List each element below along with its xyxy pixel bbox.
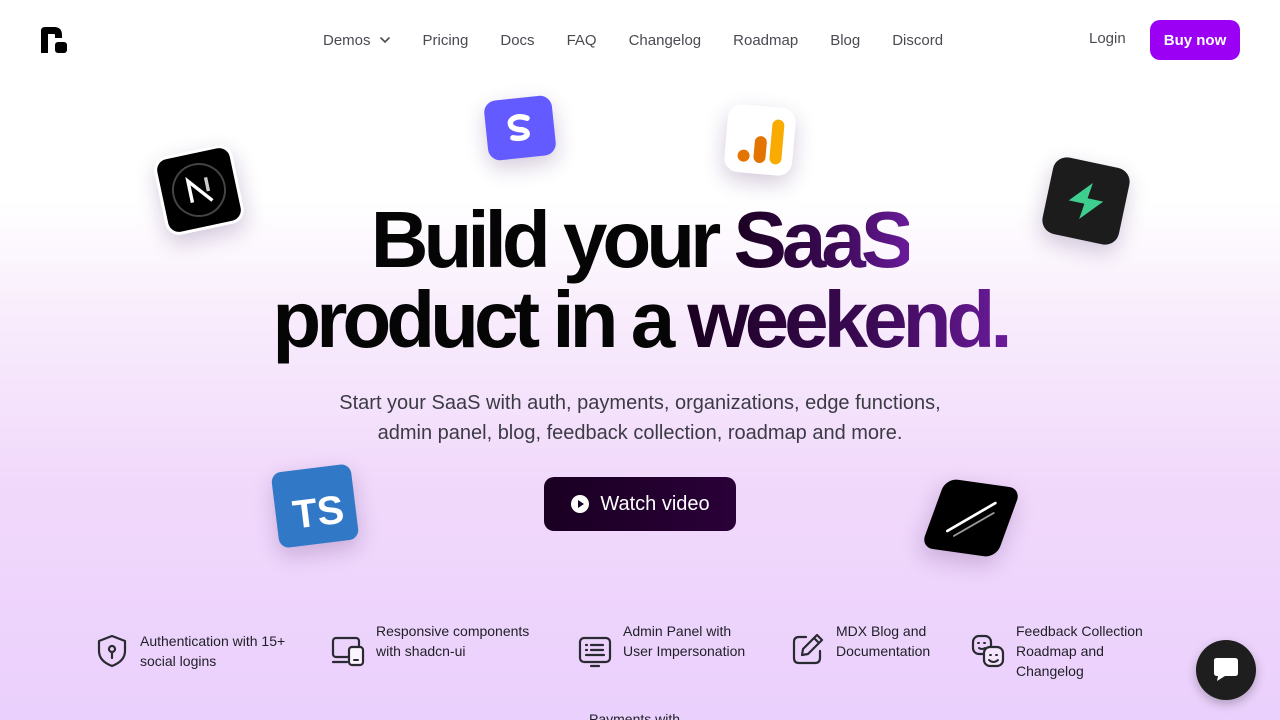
chevron-down-icon xyxy=(379,37,390,44)
admin-panel-icon xyxy=(578,636,612,668)
nav-item-label: Discord xyxy=(892,31,944,49)
nav-item-label: Roadmap xyxy=(733,31,799,49)
feature-item: Feedback Collection Roadmap and Changelo… xyxy=(970,621,1170,681)
hero-heading-highlight: SaaS xyxy=(733,195,915,284)
top-navbar: Demos Pricing Docs FAQ Changelog Roadmap… xyxy=(0,0,1280,80)
nav-item-label: Demos xyxy=(323,31,371,49)
nav-item-demos[interactable]: Demos xyxy=(323,32,391,49)
nav-item-pricing[interactable]: Pricing xyxy=(423,32,469,49)
feature-item: Responsive components with shadcn-ui xyxy=(330,621,530,669)
feature-text: Payments with xyxy=(589,711,681,720)
nav-item-changelog[interactable]: Changelog xyxy=(629,32,702,49)
login-link[interactable]: Login xyxy=(1089,30,1126,47)
feature-item: Authentication with 15+ social logins xyxy=(94,631,304,671)
watch-video-label: Watch video xyxy=(600,492,710,515)
nav-item-discord[interactable]: Discord xyxy=(892,32,943,49)
google-analytics-logo-icon xyxy=(723,103,797,177)
feature-text: Admin Panel with User Impersonation xyxy=(623,623,746,659)
feature-item: MDX Blog and Documentation xyxy=(790,621,950,667)
nav-item-roadmap[interactable]: Roadmap xyxy=(733,32,798,49)
chat-bubble-icon xyxy=(1214,658,1238,681)
hero-heading: Build your SaaS product in a weekend. xyxy=(0,200,1280,360)
nav-item-label: Docs xyxy=(500,31,535,49)
feature-text: Feedback Collection Roadmap and Changelo… xyxy=(1016,623,1143,679)
nav-item-label: FAQ xyxy=(566,31,597,49)
resend-logo-icon xyxy=(920,478,1022,558)
edit-icon xyxy=(792,633,824,665)
hero-subtitle-line: admin panel, blog, feedback collection, … xyxy=(377,422,903,444)
typescript-logo-icon: TS xyxy=(270,463,360,549)
devices-icon xyxy=(331,636,365,667)
brand-logo[interactable] xyxy=(40,26,68,54)
feature-item: Admin Panel with User Impersonation xyxy=(577,621,762,669)
watch-video-button[interactable]: Watch video xyxy=(544,477,736,531)
nav-item-label: Changelog xyxy=(628,31,702,49)
nav-item-docs[interactable]: Docs xyxy=(500,32,534,49)
chat-widget-button[interactable] xyxy=(1196,640,1256,700)
svg-text:TS: TS xyxy=(290,488,346,538)
nav-item-blog[interactable]: Blog xyxy=(830,32,860,49)
hero-heading-part: Build your xyxy=(370,195,734,284)
feature-text: Authentication with 15+ social logins xyxy=(140,633,286,669)
nav-item-label: Blog xyxy=(830,31,861,49)
hero-subtitle-line: Start your SaaS with auth, payments, org… xyxy=(339,392,941,414)
stripe-logo-icon xyxy=(483,94,557,162)
mood-icon xyxy=(971,634,1005,668)
feature-text: MDX Blog and Documentation xyxy=(836,623,931,659)
hero-heading-highlight: weekend. xyxy=(687,275,1012,364)
nav-item-faq[interactable]: FAQ xyxy=(567,32,597,49)
play-circle-icon xyxy=(571,495,590,513)
hero-subtitle: Start your SaaS with auth, payments, org… xyxy=(300,388,980,448)
hero-heading-part: product in a xyxy=(272,275,688,364)
shield-key-icon xyxy=(97,634,127,668)
nav-links: Demos Pricing Docs FAQ Changelog Roadmap… xyxy=(307,28,975,52)
nav-item-label: Pricing xyxy=(422,31,469,49)
buy-now-button[interactable]: Buy now xyxy=(1150,20,1240,60)
feature-text: Responsive components with shadcn-ui xyxy=(376,623,530,659)
